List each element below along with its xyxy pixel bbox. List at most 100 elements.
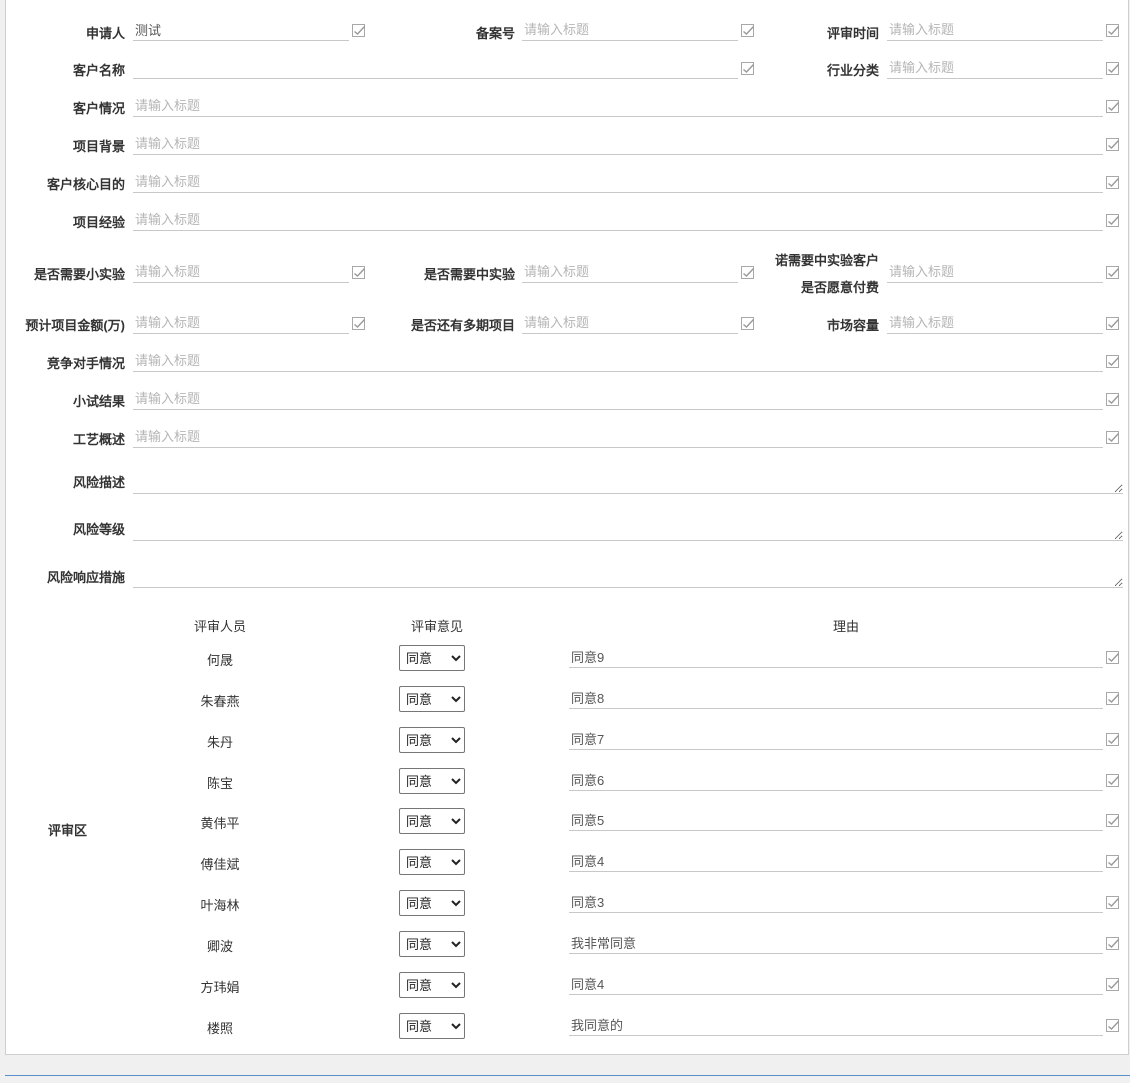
- edit-check-icon[interactable]: [351, 265, 367, 281]
- edit-check-icon[interactable]: [1105, 691, 1121, 707]
- reviewer-column-header: 评审人员: [193, 619, 246, 634]
- amount-label: 预计项目金额(万): [25, 318, 125, 333]
- project-experience-input[interactable]: [133, 209, 1103, 231]
- reviewer-name: 楼照: [206, 1021, 233, 1036]
- opinion-select[interactable]: 同意: [399, 1013, 465, 1039]
- risk-desc-textarea[interactable]: [133, 456, 1123, 494]
- edit-check-icon[interactable]: [1105, 137, 1121, 153]
- opinion-select[interactable]: 同意: [399, 972, 465, 998]
- edit-check-icon[interactable]: [1105, 175, 1121, 191]
- edit-check-icon[interactable]: [1105, 61, 1121, 77]
- reason-input[interactable]: [569, 891, 1103, 913]
- edit-check-icon[interactable]: [351, 23, 367, 39]
- customer-name-label: 客户名称: [72, 63, 125, 78]
- competitor-label: 竞争对手情况: [46, 356, 125, 371]
- risk-level-label: 风险等级: [72, 522, 125, 537]
- edit-check-icon[interactable]: [1105, 813, 1121, 829]
- edit-check-icon[interactable]: [1105, 99, 1121, 115]
- mid-test-pay-input[interactable]: [887, 261, 1103, 283]
- risk-response-label: 风险响应措施: [46, 570, 125, 585]
- edit-check-icon[interactable]: [1105, 354, 1121, 370]
- edit-check-icon[interactable]: [1105, 895, 1121, 911]
- reviewer-name: 何晟: [206, 653, 233, 668]
- opinion-select[interactable]: 同意: [399, 686, 465, 712]
- risk-level-textarea[interactable]: [133, 503, 1123, 541]
- reviewer-name: 卿波: [206, 939, 233, 954]
- process-label: 工艺概述: [72, 432, 125, 447]
- edit-check-icon[interactable]: [1105, 23, 1121, 39]
- reason-input[interactable]: [569, 850, 1103, 872]
- reason-input[interactable]: [569, 809, 1103, 831]
- edit-check-icon[interactable]: [1105, 854, 1121, 870]
- customer-goal-label: 客户核心目的: [46, 177, 125, 192]
- competitor-input[interactable]: [133, 350, 1103, 372]
- edit-check-icon[interactable]: [1105, 265, 1121, 281]
- opinion-select[interactable]: 同意: [399, 808, 465, 834]
- project-background-input[interactable]: [133, 133, 1103, 155]
- opinion-select[interactable]: 同意: [399, 849, 465, 875]
- opinion-select[interactable]: 同意: [399, 890, 465, 916]
- record-no-input[interactable]: [522, 19, 738, 41]
- process-input[interactable]: [133, 426, 1103, 448]
- edit-check-icon[interactable]: [1105, 1018, 1121, 1034]
- edit-check-icon[interactable]: [1105, 316, 1121, 332]
- reason-input[interactable]: [569, 687, 1103, 709]
- risk-response-textarea[interactable]: [133, 550, 1123, 588]
- small-test-input[interactable]: [133, 261, 349, 283]
- reviewer-name: 傅佳斌: [200, 857, 240, 872]
- customer-situation-label: 客户情况: [72, 101, 125, 116]
- reason-input[interactable]: [569, 1014, 1103, 1036]
- reviewer-name: 朱丹: [206, 735, 233, 750]
- mid-test-pay-label-line1: 诺需要中实验客户: [774, 253, 879, 268]
- applicant-label: 申请人: [85, 26, 125, 41]
- opinion-select[interactable]: 同意: [399, 931, 465, 957]
- industry-label: 行业分类: [826, 63, 879, 78]
- review-time-label: 评审时间: [826, 26, 879, 41]
- small-result-input[interactable]: [133, 388, 1103, 410]
- amount-input[interactable]: [133, 312, 349, 334]
- review-time-input[interactable]: [887, 19, 1103, 41]
- opinion-column-header: 评审意见: [410, 619, 463, 634]
- mid-test-label: 是否需要中实验: [423, 267, 515, 282]
- edit-check-icon[interactable]: [1105, 732, 1121, 748]
- opinion-select[interactable]: 同意: [399, 727, 465, 753]
- record-no-label: 备案号: [475, 26, 515, 41]
- edit-check-icon[interactable]: [1105, 213, 1121, 229]
- opinion-select[interactable]: 同意: [399, 768, 465, 794]
- reason-input[interactable]: [569, 932, 1103, 954]
- reviewer-name: 朱春燕: [200, 694, 240, 709]
- reviewer-name: 方玮娟: [200, 980, 240, 995]
- reason-input[interactable]: [569, 728, 1103, 750]
- customer-name-input[interactable]: [133, 57, 738, 79]
- mid-test-input[interactable]: [522, 261, 738, 283]
- reason-input[interactable]: [569, 646, 1103, 668]
- reason-input[interactable]: [569, 973, 1103, 995]
- bottom-divider: [5, 1075, 1130, 1076]
- project-background-label: 项目背景: [72, 139, 125, 154]
- industry-input[interactable]: [887, 57, 1103, 79]
- edit-check-icon[interactable]: [1105, 430, 1121, 446]
- opinion-select[interactable]: 同意: [399, 645, 465, 671]
- customer-situation-input[interactable]: [133, 95, 1103, 117]
- reviewer-name: 叶海林: [200, 898, 240, 913]
- mid-test-pay-label-line2: 是否愿意付费: [800, 280, 879, 295]
- customer-goal-input[interactable]: [133, 171, 1103, 193]
- applicant-input[interactable]: [133, 19, 349, 41]
- reason-column-header: 理由: [832, 619, 859, 634]
- edit-check-icon[interactable]: [1105, 392, 1121, 408]
- edit-check-icon[interactable]: [351, 316, 367, 332]
- multi-phase-label: 是否还有多期项目: [410, 318, 515, 333]
- review-section-label: 评审区: [48, 823, 88, 838]
- small-result-label: 小试结果: [72, 394, 125, 409]
- edit-check-icon[interactable]: [1105, 977, 1121, 993]
- edit-check-icon[interactable]: [1105, 773, 1121, 789]
- reason-input[interactable]: [569, 769, 1103, 791]
- edit-check-icon[interactable]: [1105, 936, 1121, 952]
- market-input[interactable]: [887, 312, 1103, 334]
- project-experience-label: 项目经验: [72, 215, 125, 230]
- multi-phase-input[interactable]: [522, 312, 738, 334]
- reviewer-name: 黄伟平: [200, 816, 240, 831]
- market-label: 市场容量: [826, 318, 879, 333]
- reviewer-name: 陈宝: [206, 776, 233, 791]
- edit-check-icon[interactable]: [1105, 650, 1121, 666]
